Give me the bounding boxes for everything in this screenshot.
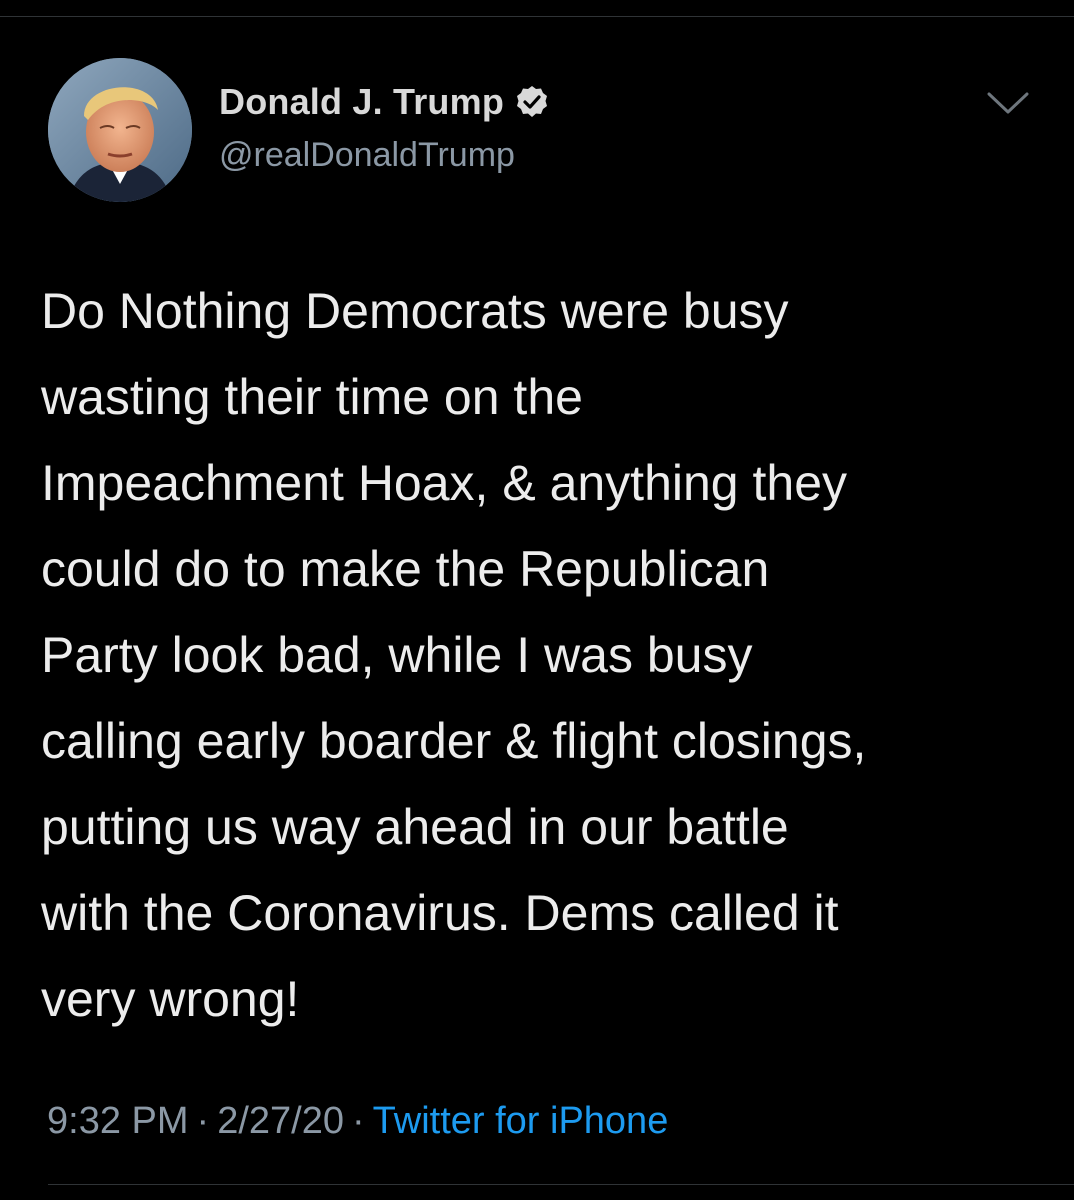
tweet-date[interactable]: 2/27/20 [217,1100,344,1142]
bottom-divider [48,1184,1074,1185]
top-divider [0,16,1074,17]
author-name-row[interactable]: Donald J. Trump [219,80,550,124]
tweet-text: Do Nothing Democrats were busy wasting t… [41,283,867,1027]
tweet-source-link[interactable]: Twitter for iPhone [373,1100,669,1142]
meta-separator: · [196,1100,210,1142]
verified-badge-icon [517,86,548,117]
meta-separator: · [351,1100,365,1142]
tweet-meta: 9:32 PM · 2/27/20 · Twitter for iPhone [47,1100,668,1143]
tweet-time[interactable]: 9:32 PM [47,1100,189,1142]
author-handle[interactable]: @realDonaldTrump [219,136,515,175]
chevron-down-icon[interactable] [985,88,1031,118]
avatar-photo [48,58,192,202]
avatar[interactable] [48,58,192,202]
author-display-name[interactable]: Donald J. Trump [219,81,504,123]
